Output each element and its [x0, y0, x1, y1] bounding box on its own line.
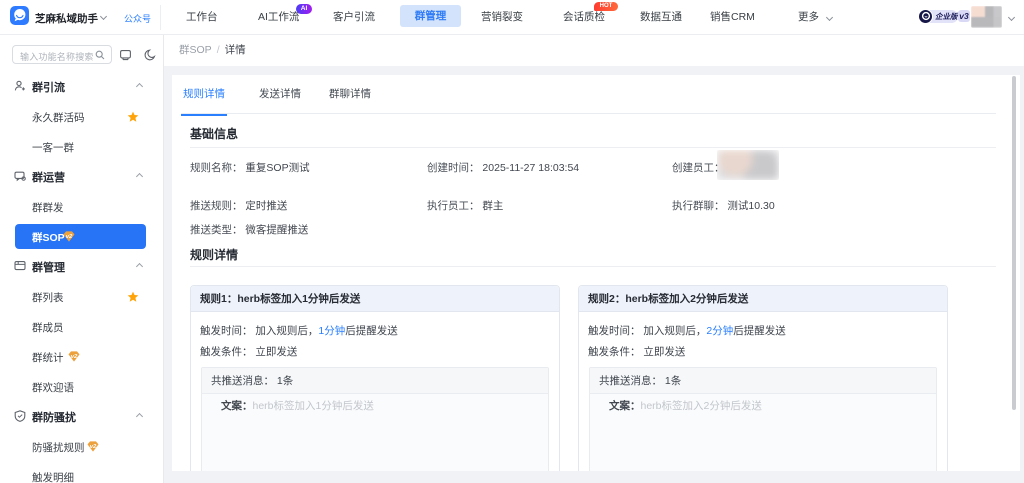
- svg-text:v2: v2: [71, 354, 78, 360]
- svg-text:v2: v2: [66, 234, 73, 240]
- svg-text:v2: v2: [90, 444, 97, 450]
